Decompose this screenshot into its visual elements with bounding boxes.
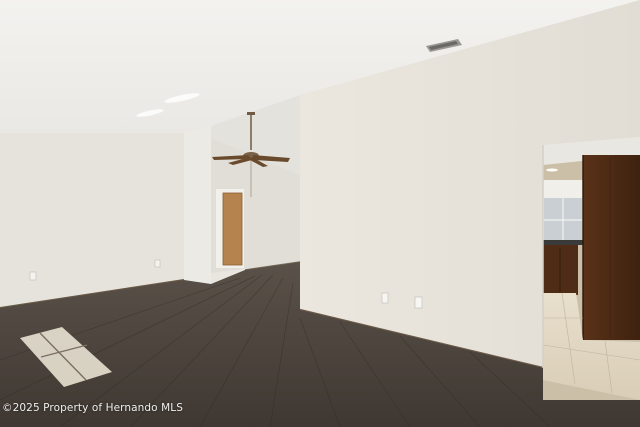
- wall-outlet: [381, 292, 389, 304]
- room-photo: ©2025 Property of Hernando MLS: [0, 0, 640, 427]
- hallway-door: [216, 189, 244, 268]
- room-illustration: [0, 0, 640, 427]
- photo-watermark: ©2025 Property of Hernando MLS: [2, 402, 184, 414]
- wall-outlet: [414, 296, 423, 309]
- left-wall: [0, 133, 184, 308]
- kitchen-window: [544, 198, 582, 242]
- kitchen-doorway: [542, 137, 640, 400]
- wall-column: [184, 126, 211, 284]
- wall-outlet: [154, 259, 161, 268]
- wall-outlet: [29, 271, 37, 281]
